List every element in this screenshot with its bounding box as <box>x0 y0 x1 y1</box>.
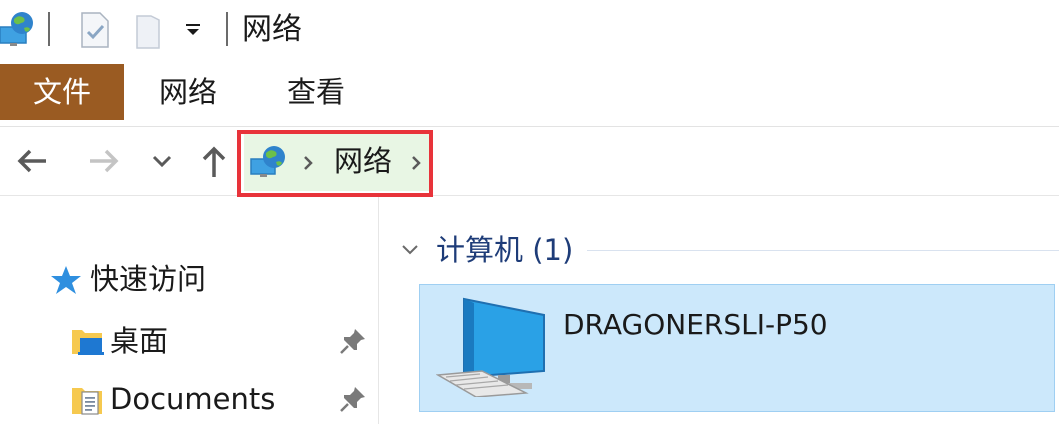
computer-monitor-icon <box>436 297 545 397</box>
group-header-computers[interactable]: 计算机 (1) <box>399 228 1059 272</box>
title-bar: 网络 <box>0 0 1059 62</box>
content-pane: 计算机 (1) DRAGONERSLI-P50 <box>379 196 1059 424</box>
network-globe-icon[interactable] <box>0 10 36 48</box>
properties-icon[interactable] <box>80 12 110 48</box>
navigation-pane: 快速访问 桌面 Documents <box>0 196 379 424</box>
chevron-down-icon[interactable] <box>399 240 421 260</box>
tab-view[interactable]: 查看 <box>268 64 364 120</box>
tab-network[interactable]: 网络 <box>140 64 236 120</box>
recent-locations-chevron-icon[interactable] <box>142 141 182 181</box>
window-title: 网络 <box>242 12 302 47</box>
computer-name: DRAGONERSLI-P50 <box>563 308 828 341</box>
documents-folder-icon <box>72 388 102 415</box>
nav-quick-access[interactable]: 快速访问 <box>50 254 370 304</box>
toolbar-separator <box>48 12 50 46</box>
network-globe-icon <box>250 146 285 177</box>
star-icon <box>51 266 81 294</box>
title-separator <box>226 12 228 46</box>
pin-icon[interactable] <box>338 384 368 414</box>
breadcrumb-chevron-icon[interactable] <box>302 155 314 171</box>
navigation-bar: 网络 <box>0 127 1059 196</box>
pin-icon[interactable] <box>338 326 368 356</box>
file-explorer-window: 网络 文件 网络 查看 网络 快速访问 桌面 Documents 计算机 (1)… <box>0 0 1059 424</box>
breadcrumb-chevron-icon[interactable] <box>410 155 422 171</box>
customize-toolbar-dropdown-icon[interactable] <box>184 22 202 38</box>
nav-item-documents[interactable]: Documents <box>70 374 370 424</box>
tab-file[interactable]: 文件 <box>0 64 124 120</box>
back-arrow-icon[interactable] <box>12 141 52 181</box>
nav-item-documents-label: Documents <box>110 382 276 416</box>
nav-item-desktop-label: 桌面 <box>110 324 169 358</box>
new-folder-icon[interactable] <box>135 14 161 50</box>
nav-item-desktop[interactable]: 桌面 <box>70 316 370 366</box>
address-bar[interactable]: 网络 <box>244 131 1059 191</box>
group-divider <box>587 250 1059 251</box>
group-label: 计算机 (1) <box>436 233 574 267</box>
forward-arrow-icon[interactable] <box>84 141 124 181</box>
up-arrow-icon[interactable] <box>194 141 234 181</box>
desktop-folder-icon <box>72 330 104 355</box>
ribbon-tabs: 文件 网络 查看 <box>0 62 1059 127</box>
computer-item[interactable]: DRAGONERSLI-P50 <box>419 284 1055 412</box>
quick-access-label: 快速访问 <box>90 262 207 296</box>
breadcrumb-network[interactable]: 网络 <box>334 139 392 183</box>
